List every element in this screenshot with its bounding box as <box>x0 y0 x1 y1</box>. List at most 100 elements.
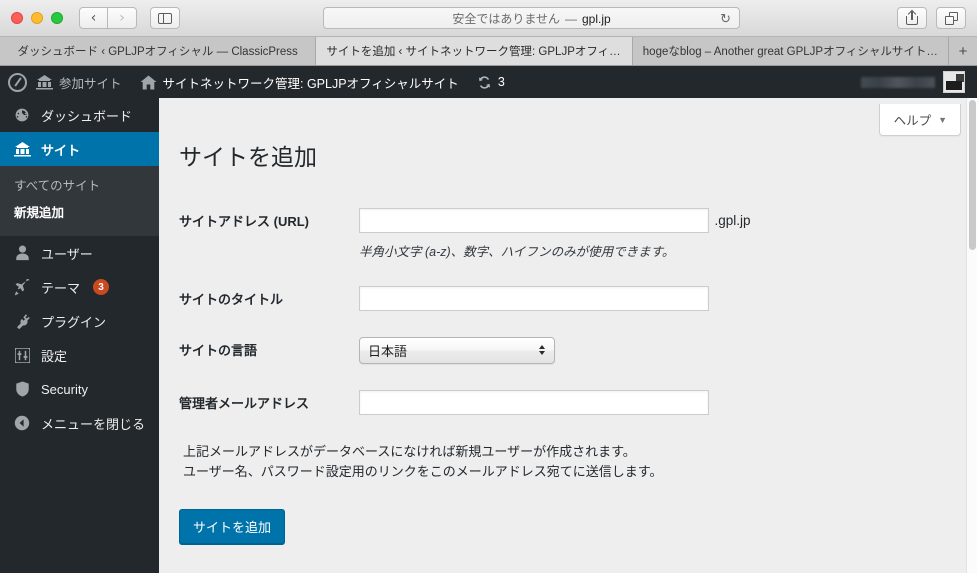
admin-bar-updates[interactable]: 3 <box>468 66 514 98</box>
site-title-input[interactable] <box>359 285 709 311</box>
admin-bar-network-name[interactable]: サイトネットワーク管理: GPLJPオフィシャルサイト <box>131 66 468 98</box>
sidebar-item-label: サイト <box>41 142 81 158</box>
site-address-hint: 半角小文字 (a-z)、数字、ハイフンのみが使用できます。 <box>359 244 675 259</box>
window-controls <box>11 12 63 24</box>
label-site-address: サイトアドレス (URL) <box>179 213 309 229</box>
tab-title: サイトを追加 ‹ サイトネットワーク管理: GPLJPオフィシャル… <box>326 46 621 58</box>
settings-icon <box>12 347 32 363</box>
classicpress-logo-icon[interactable] <box>8 72 27 92</box>
share-button[interactable] <box>897 7 927 29</box>
label-admin-email: 管理者メールアドレス <box>179 395 310 411</box>
home-icon <box>140 75 157 90</box>
address-host: gpl.jp <box>581 11 611 26</box>
sidebar-item-plugins[interactable]: プラグイン <box>0 304 159 338</box>
scrollbar-thumb[interactable] <box>969 100 976 250</box>
wp-body: ダッシュボード サイト すべてのサイト 新規追加 ユーザー テーマ 3 プラグイ… <box>0 98 977 573</box>
vertical-scrollbar[interactable] <box>966 98 977 573</box>
submenu-item-all-sites[interactable]: すべてのサイト <box>0 173 159 200</box>
help-label: ヘルプ <box>893 114 932 128</box>
wp-content-area: ヘルプ ▼ サイトを追加 サイトアドレス (URL) .gpl.jp 半角小文字… <box>159 98 977 573</box>
forward-button[interactable]: › <box>108 7 137 29</box>
submenu-item-label: 新規追加 <box>14 206 65 220</box>
safari-browser-window: ‹ › 安全ではありません — gpl.jp ↻ ダッシュボード ‹ GPLJP… <box>0 0 977 573</box>
avatar <box>943 71 965 93</box>
sidebar-item-users[interactable]: ユーザー <box>0 236 159 270</box>
browser-tab-add-site[interactable]: サイトを追加 ‹ サイトネットワーク管理: GPLJPオフィシャル… <box>316 37 633 65</box>
site-language-select[interactable]: 日本語 <box>359 336 555 364</box>
back-button[interactable]: ‹ <box>79 7 108 29</box>
admin-email-input[interactable] <box>359 389 709 415</box>
username-redacted <box>861 76 935 88</box>
updates-count: 3 <box>497 75 505 89</box>
sidebar-item-collapse-menu[interactable]: メニューを閉じる <box>0 406 159 440</box>
collapse-icon <box>12 415 32 431</box>
maximize-window-button[interactable] <box>51 12 63 24</box>
themes-update-badge: 3 <box>93 279 110 295</box>
form-row-site-title: サイトのタイトル <box>159 273 760 324</box>
help-toggle-button[interactable]: ヘルプ ▼ <box>878 104 961 136</box>
tab-overview-icon <box>944 11 958 25</box>
share-icon <box>906 9 918 25</box>
form-row-site-address: サイトアドレス (URL) .gpl.jp 半角小文字 (a-z)、数字、ハイフ… <box>159 195 760 273</box>
label-site-language: サイトの言語 <box>179 342 258 358</box>
sidebar-item-security[interactable]: Security <box>0 372 159 406</box>
field-site-title <box>359 273 760 324</box>
form-notes: 上記メールアドレスがデータベースになければ新規ユーザーが作成されます。 ユーザー… <box>183 442 977 482</box>
reload-icon[interactable]: ↻ <box>720 12 731 25</box>
browser-tab-hoge-blog[interactable]: hogeなblog – Another great GPLJPオフィシャルサイト… <box>632 37 949 65</box>
sidebar-item-sites[interactable]: サイト <box>0 132 159 166</box>
tab-strip: ダッシュボード ‹ GPLJPオフィシャル — ClassicPress サイト… <box>0 37 977 66</box>
navigation-buttons: ‹ › <box>79 7 137 29</box>
submenu-item-add-new[interactable]: 新規追加 <box>0 200 159 227</box>
form-row-admin-email: 管理者メールアドレス <box>159 377 760 428</box>
form-row-site-language: サイトの言語 日本語 <box>159 324 760 377</box>
toolbar-right-buttons <box>897 7 966 29</box>
field-site-language: 日本語 <box>359 324 760 377</box>
browser-tab-dashboard[interactable]: ダッシュボード ‹ GPLJPオフィシャル — ClassicPress <box>0 37 317 65</box>
sidebar-item-label: ダッシュボード <box>41 108 133 124</box>
tab-title: hogeなblog – Another great GPLJPオフィシャルサイト… <box>642 46 938 58</box>
chevron-down-icon: ▼ <box>938 114 947 125</box>
address-text: 安全ではありません — gpl.jp <box>452 10 610 27</box>
form-note-line: 上記メールアドレスがデータベースになければ新規ユーザーが作成されます。 <box>183 443 636 459</box>
close-window-button[interactable] <box>11 12 23 24</box>
sidebar-item-label: ユーザー <box>41 246 93 262</box>
wp-admin-bar: 参加サイト サイトネットワーク管理: GPLJPオフィシャルサイト 3 <box>0 66 977 98</box>
sidebar-item-label: Security <box>41 381 88 397</box>
admin-bar-my-sites[interactable]: 参加サイト <box>27 66 131 98</box>
chevron-left-icon: ‹ <box>90 10 97 26</box>
admin-bar-my-account[interactable] <box>861 71 977 93</box>
site-address-input[interactable] <box>359 207 709 233</box>
add-site-submit-button[interactable]: サイトを追加 <box>179 509 286 545</box>
updates-icon <box>477 75 492 90</box>
submit-row: サイトを追加 <box>179 509 977 545</box>
select-stepper-icon <box>539 345 545 356</box>
sites-icon <box>12 141 32 157</box>
new-tab-button[interactable]: + <box>948 37 977 65</box>
sidebar-item-themes[interactable]: テーマ 3 <box>0 270 159 304</box>
minimize-window-button[interactable] <box>31 12 43 24</box>
browser-toolbar: ‹ › 安全ではありません — gpl.jp ↻ <box>0 0 977 37</box>
wp-admin-sidebar: ダッシュボード サイト すべてのサイト 新規追加 ユーザー テーマ 3 プラグイ… <box>0 98 159 573</box>
sidebar-item-dashboard[interactable]: ダッシュボード <box>0 98 159 132</box>
tab-overview-button[interactable] <box>936 7 966 29</box>
sidebar-toggle-button[interactable] <box>150 7 180 29</box>
address-bar[interactable]: 安全ではありません — gpl.jp ↻ <box>323 7 740 29</box>
chevron-right-icon: › <box>119 10 125 26</box>
address-separator: — <box>564 11 577 26</box>
site-language-selected-value: 日本語 <box>368 343 408 359</box>
help-row: ヘルプ ▼ <box>159 98 977 136</box>
sidebar-submenu-sites: すべてのサイト 新規追加 <box>0 166 159 236</box>
themes-icon <box>12 278 32 296</box>
field-site-address: .gpl.jp 半角小文字 (a-z)、数字、ハイフンのみが使用できます。 <box>359 195 760 273</box>
site-address-suffix: .gpl.jp <box>714 212 751 228</box>
page-title: サイトを追加 <box>179 144 317 170</box>
plugins-icon <box>12 313 32 330</box>
sidebar-item-label: テーマ <box>41 280 81 296</box>
add-site-form: サイトアドレス (URL) .gpl.jp 半角小文字 (a-z)、数字、ハイフ… <box>159 195 760 428</box>
shield-icon <box>12 381 32 397</box>
sidebar-item-settings[interactable]: 設定 <box>0 338 159 372</box>
dashboard-icon <box>12 107 32 123</box>
field-admin-email <box>359 377 760 428</box>
my-sites-icon <box>36 74 53 90</box>
